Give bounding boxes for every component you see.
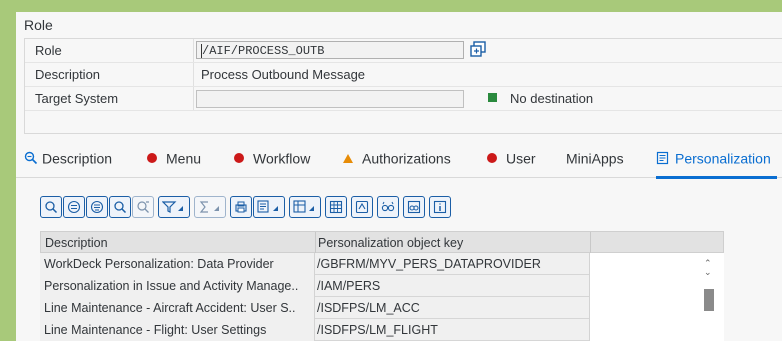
- find-icon: [114, 201, 127, 214]
- filter-lines-button[interactable]: [86, 196, 108, 218]
- window: Role Role /AIF/PROCESS_OUTB Description …: [16, 12, 782, 341]
- personalization-icon: [656, 152, 669, 165]
- table-row[interactable]: WorkDeck Personalization: Data Provider …: [40, 253, 724, 275]
- info-icon: [433, 200, 447, 214]
- row-description: Personalization in Issue and Activity Ma…: [44, 279, 299, 293]
- table-header: Description Personalization object key: [40, 231, 724, 254]
- row-description: Line Maintenance - Aircraft Accident: Us…: [44, 301, 296, 315]
- role-input[interactable]: /AIF/PROCESS_OUTB: [196, 41, 464, 59]
- row-key: /ISDFPS/LM_FLIGHT: [317, 323, 438, 337]
- filter-lines-icon: [90, 200, 104, 214]
- scroll-up-icon[interactable]: ⌃ ⌄: [704, 259, 712, 277]
- warning-triangle-icon: [343, 153, 353, 163]
- description-row: Description Process Outbound Message: [25, 63, 782, 87]
- switch-object-icon: [470, 41, 486, 57]
- glasses-icon: [381, 201, 395, 212]
- role-row: Role /AIF/PROCESS_OUTB: [25, 39, 782, 63]
- variant-icon: [355, 200, 369, 214]
- status-green-icon: [488, 93, 497, 102]
- grid-icon: [329, 200, 343, 214]
- find-button[interactable]: [109, 196, 131, 218]
- details-icon: [45, 201, 58, 214]
- print-icon: [235, 201, 247, 213]
- row-description: Line Maintenance - Flight: User Settings: [44, 323, 267, 337]
- tab-description[interactable]: Description: [24, 149, 112, 175]
- personalization-table: Description Personalization object key W…: [40, 231, 724, 341]
- find-next-icon: [137, 201, 149, 213]
- scroll-thumb[interactable]: [704, 289, 714, 311]
- zoom-icon: [24, 152, 38, 165]
- info-button[interactable]: [429, 196, 451, 218]
- table-row[interactable]: Personalization in Issue and Activity Ma…: [40, 275, 724, 297]
- error-dot-icon: [147, 153, 157, 164]
- export-button[interactable]: [253, 196, 285, 218]
- filter-button[interactable]: [158, 196, 190, 218]
- row-key: /GBFRM/MYV_PERS_DATAPROVIDER: [317, 257, 541, 271]
- glasses-button[interactable]: [377, 196, 399, 218]
- sum-button[interactable]: [194, 196, 226, 218]
- find-next-button[interactable]: [132, 196, 154, 218]
- tab-menu[interactable]: Menu: [147, 149, 201, 175]
- table-row[interactable]: Line Maintenance - Flight: User Settings…: [40, 319, 724, 341]
- sum-icon: [199, 201, 219, 213]
- column-header-key[interactable]: Personalization object key: [318, 236, 463, 250]
- destination-status: No destination: [510, 91, 594, 106]
- error-dot-icon: [234, 153, 244, 164]
- export-icon: [257, 200, 278, 213]
- description-value: Process Outbound Message: [201, 67, 366, 82]
- description-label: Description: [35, 67, 101, 82]
- section-title: Role: [24, 17, 53, 33]
- row-key: /ISDFPS/LM_ACC: [317, 301, 420, 315]
- role-maintenance-page: Role Role /AIF/PROCESS_OUTB Description …: [16, 12, 782, 341]
- tab-strip: Description Menu Workflow Authorizations…: [16, 145, 782, 179]
- filter-icon: [162, 201, 183, 213]
- layout-icon: [293, 200, 314, 213]
- binoculars-button[interactable]: [403, 196, 425, 218]
- column-header-description[interactable]: Description: [45, 236, 108, 250]
- tab-user[interactable]: User: [487, 149, 536, 175]
- tab-miniapps[interactable]: MiniApps: [566, 149, 624, 175]
- role-label: Role: [35, 43, 62, 58]
- tab-workflow[interactable]: Workflow: [234, 149, 310, 175]
- target-system-input[interactable]: [196, 90, 464, 108]
- tab-authorizations[interactable]: Authorizations: [343, 149, 451, 175]
- variant-button[interactable]: [351, 196, 373, 218]
- details-button[interactable]: [40, 196, 62, 218]
- binoculars-icon: [407, 200, 421, 214]
- align-icon: [67, 200, 81, 214]
- row-key: /IAM/PERS: [317, 279, 381, 293]
- table-row[interactable]: Line Maintenance - Aircraft Accident: Us…: [40, 297, 724, 319]
- grid-button[interactable]: [325, 196, 347, 218]
- row-description: WorkDeck Personalization: Data Provider: [44, 257, 274, 271]
- target-system-label: Target System: [35, 91, 119, 106]
- role-header-group: Role /AIF/PROCESS_OUTB Description Proce…: [24, 38, 782, 134]
- align-button[interactable]: [63, 196, 85, 218]
- error-dot-icon: [487, 153, 497, 164]
- other-role-button[interactable]: [468, 40, 488, 59]
- target-system-row: Target System No destination: [25, 87, 782, 111]
- layout-button[interactable]: [289, 196, 321, 218]
- text-cursor: [201, 44, 202, 58]
- tab-personalization[interactable]: Personalization: [656, 149, 777, 179]
- print-button[interactable]: [230, 196, 252, 218]
- vertical-scrollbar[interactable]: ⌃ ⌄: [702, 259, 716, 341]
